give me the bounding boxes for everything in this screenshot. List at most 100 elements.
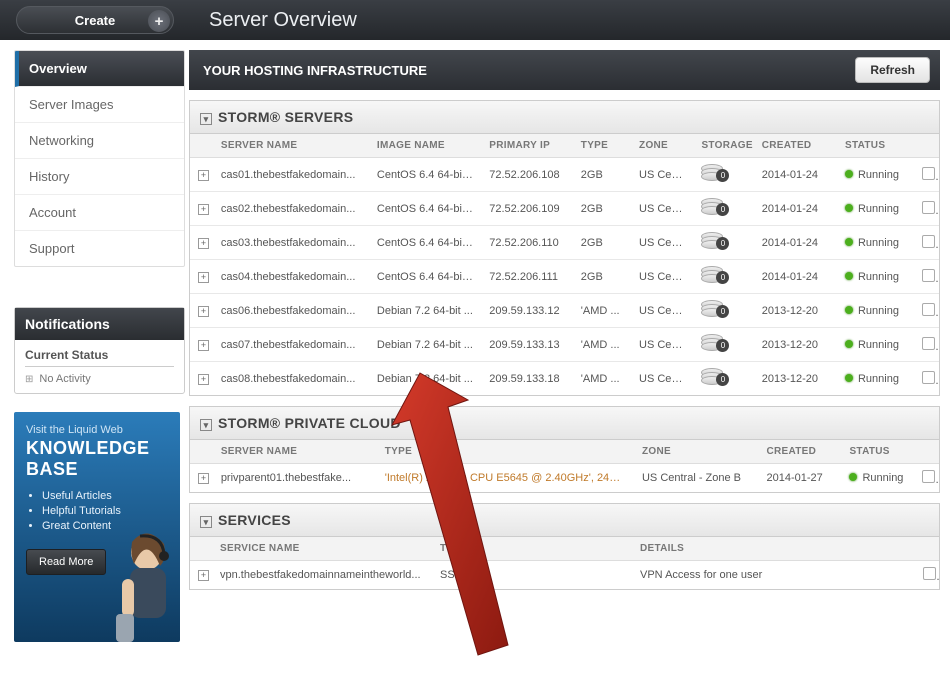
table-row[interactable]: +privparent01.thebestfake...'Intel(R) Xe…	[190, 464, 939, 493]
nav-item-history[interactable]: History	[15, 159, 184, 195]
type: 'Intel(R) Xeon(R) CPU E5645 @ 2.40GHz', …	[377, 464, 634, 493]
subheader-title: YOUR HOSTING INFRASTRUCTURE	[203, 63, 427, 78]
row-checkbox[interactable]	[922, 337, 935, 350]
server-name: cas06.thebestfakedomain...	[213, 294, 369, 328]
expand-icon[interactable]: +	[198, 204, 209, 215]
expand-icon[interactable]: +	[198, 238, 209, 249]
knowledge-base-box: Visit the Liquid Web KNOWLEDGE BASE Usef…	[14, 412, 180, 642]
expand-icon[interactable]: +	[198, 473, 209, 484]
subheader: YOUR HOSTING INFRASTRUCTURE Refresh	[189, 50, 940, 90]
zone: US Cen...	[631, 226, 693, 260]
status: Running	[841, 464, 914, 493]
notifications-header: Notifications	[15, 308, 184, 340]
zone: US Cen...	[631, 158, 693, 192]
table-row[interactable]: +cas03.thebestfakedomain...CentOS 6.4 64…	[190, 226, 939, 260]
support-person-illustration	[92, 524, 182, 642]
left-column: Overview Server Images Networking Histor…	[0, 40, 185, 700]
table-row[interactable]: + cas07.thebestfakedomain...Debian 7.2 64…	[190, 328, 939, 362]
created: 2013-12-20	[754, 362, 837, 396]
topbar: Create + Server Overview	[0, 0, 950, 40]
plus-icon: +	[148, 10, 170, 32]
created: 2014-01-24	[754, 158, 837, 192]
zone: US Cen...	[631, 192, 693, 226]
status: Running	[837, 192, 914, 226]
expand-icon[interactable]: +	[198, 170, 209, 181]
status-dot-icon	[845, 374, 853, 382]
table-row[interactable]: + cas01.thebestfakedomain...CentOS 6.4 64…	[190, 158, 939, 192]
row-checkbox[interactable]	[922, 235, 935, 248]
collapse-icon[interactable]: ▾	[200, 516, 212, 528]
created: 2013-12-20	[754, 328, 837, 362]
type: 2GB	[573, 158, 631, 192]
image-name: CentOS 6.4 64-bit ...	[369, 192, 481, 226]
row-checkbox[interactable]	[922, 269, 935, 282]
main-content: YOUR HOSTING INFRASTRUCTURE Refresh ▾STO…	[185, 40, 950, 700]
notifications-status-title: Current Status	[25, 348, 174, 367]
storage-icon: 0	[701, 266, 729, 284]
row-checkbox[interactable]	[922, 371, 935, 384]
storage: 0	[693, 260, 753, 294]
nav-item-support[interactable]: Support	[15, 231, 184, 266]
type: SS.VPN	[432, 561, 632, 590]
primary-ip: 209.59.133.13	[481, 328, 573, 362]
type: 'AMD ...	[573, 328, 631, 362]
collapse-icon[interactable]: ▾	[200, 419, 212, 431]
expand-icon[interactable]: +	[198, 570, 209, 581]
kb-title: KNOWLEDGE BASE	[26, 438, 168, 480]
row-checkbox[interactable]	[922, 470, 935, 483]
nav-item-account[interactable]: Account	[15, 195, 184, 231]
server-name: cas01.thebestfakedomain...	[213, 158, 369, 192]
image-name: Debian 7.2 64-bit ...	[369, 328, 481, 362]
created: 2014-01-24	[754, 260, 837, 294]
collapse-icon[interactable]: ▾	[200, 113, 212, 125]
server-name: cas07.thebestfakedomain...	[213, 328, 369, 362]
page-title: Server Overview	[209, 9, 357, 32]
details: VPN Access for one user	[632, 561, 915, 590]
table-header-row: SERVER NAME TYPE ZONE CREATED STATUS	[190, 440, 939, 464]
storage-icon: 0	[701, 198, 729, 216]
table-row[interactable]: +vpn.thebestfakedomainnameintheworld...S…	[190, 561, 939, 590]
table-row[interactable]: +cas08.thebestfakedomain...Debian 7.2 64…	[190, 362, 939, 396]
status-dot-icon	[849, 473, 857, 481]
status-dot-icon	[845, 340, 853, 348]
status-dot-icon	[845, 238, 853, 246]
create-button[interactable]: Create +	[16, 6, 174, 34]
zone: US Cen...	[631, 362, 693, 396]
storm-servers-table: SERVER NAME IMAGE NAME PRIMARY IP TYPE Z…	[190, 134, 939, 395]
expand-icon[interactable]: +	[198, 272, 209, 283]
expand-icon[interactable]: +	[198, 306, 209, 317]
storage: 0	[693, 328, 753, 362]
notifications-panel: Notifications Current Status No Activity	[14, 307, 185, 394]
status-dot-icon	[845, 204, 853, 212]
table-row[interactable]: +cas04.thebestfakedomain...CentOS 6.4 64…	[190, 260, 939, 294]
storm-servers-header[interactable]: ▾STORM® SERVERS	[190, 101, 939, 134]
private-cloud-header[interactable]: ▾STORM® PRIVATE CLOUD	[190, 407, 939, 440]
nav-item-server-images[interactable]: Server Images	[15, 87, 184, 123]
row-checkbox[interactable]	[922, 303, 935, 316]
row-checkbox[interactable]	[922, 167, 935, 180]
private-cloud-table: SERVER NAME TYPE ZONE CREATED STATUS +pr…	[190, 440, 939, 492]
notifications-status-text: No Activity	[25, 373, 174, 385]
storage: 0	[693, 362, 753, 396]
type: 2GB	[573, 226, 631, 260]
storage: 0	[693, 294, 753, 328]
table-row[interactable]: +cas06.thebestfakedomain...Debian 7.2 64…	[190, 294, 939, 328]
storage: 0	[693, 226, 753, 260]
row-checkbox[interactable]	[922, 201, 935, 214]
row-checkbox[interactable]	[923, 567, 936, 580]
server-name: cas02.thebestfakedomain...	[213, 192, 369, 226]
storage: 0	[693, 192, 753, 226]
table-row[interactable]: + cas02.thebestfakedomain...CentOS 6.4 64…	[190, 192, 939, 226]
nav-item-overview[interactable]: Overview	[15, 51, 184, 87]
primary-ip: 72.52.206.108	[481, 158, 573, 192]
image-name: Debian 7.2 64-bit ...	[369, 362, 481, 396]
nav-menu: Overview Server Images Networking Histor…	[14, 50, 185, 267]
image-name: CentOS 6.4 64-bit ...	[369, 158, 481, 192]
nav-item-networking[interactable]: Networking	[15, 123, 184, 159]
kb-visit-text: Visit the Liquid Web	[26, 424, 168, 436]
refresh-button[interactable]: Refresh	[855, 57, 930, 83]
expand-icon[interactable]: +	[198, 340, 209, 351]
expand-icon[interactable]: +	[198, 374, 209, 385]
services-header[interactable]: ▾SERVICES	[190, 504, 939, 537]
storage-icon: 0	[701, 368, 729, 386]
